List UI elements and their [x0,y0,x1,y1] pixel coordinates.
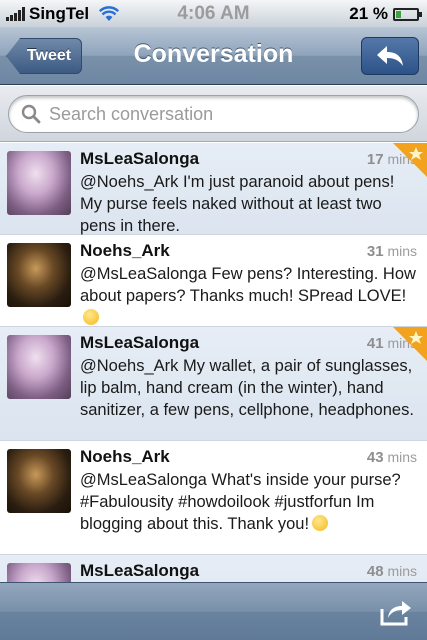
tweet-row[interactable]: MsLeaSalonga 17 mins @Noehs_Ark I'm just… [0,143,427,235]
tweet-username[interactable]: MsLeaSalonga [80,561,199,581]
tweet-text: @MsLeaSalonga What's inside your purse? … [80,471,401,533]
search-field[interactable] [8,95,419,133]
tweet-username[interactable]: Noehs_Ark [80,447,170,467]
avatar[interactable] [7,335,71,399]
tweet-text: @Noehs_Ark My wallet, a pair of sunglass… [80,357,414,419]
tweet-row[interactable]: MsLeaSalonga 41 mins @Noehs_Ark My walle… [0,327,427,441]
tweet-row[interactable]: Noehs_Ark 31 mins @MsLeaSalonga Few pens… [0,235,427,327]
tweet-text: @Noehs_Ark I'm just paranoid about pens!… [80,173,395,235]
avatar[interactable] [7,243,71,307]
share-icon [380,601,411,626]
smiley-emoji-icon [312,515,329,531]
bottom-toolbar [0,582,427,640]
reply-button[interactable] [361,37,419,75]
smiley-emoji-icon [83,309,99,325]
avatar[interactable] [7,563,71,582]
navigation-bar: Tweet Conversation [0,27,427,85]
favorite-star-icon [393,143,427,177]
search-bar [0,86,427,142]
tweet-time: 31 mins [366,243,417,260]
tweet-row[interactable]: Noehs_Ark 43 mins @MsLeaSalonga What's i… [0,441,427,555]
avatar[interactable] [7,151,71,215]
tweet-text: @MsLeaSalonga Few pens? Interesting. How… [80,263,417,329]
search-input[interactable] [49,103,389,125]
tweet-username[interactable]: Noehs_Ark [80,241,170,261]
search-icon [21,104,41,124]
favorite-star-icon [393,327,427,361]
reply-arrow-icon [377,46,403,66]
battery-indicator: 21 % [349,4,422,24]
battery-icon [393,7,422,21]
battery-percent: 21 % [349,4,388,23]
tweet-row[interactable]: MsLeaSalonga 48 mins [0,555,427,582]
tweet-time: 48 mins [366,563,417,580]
tweet-time: 43 mins [366,449,417,466]
tweet-username[interactable]: MsLeaSalonga [80,149,199,169]
tweet-username[interactable]: MsLeaSalonga [80,333,199,353]
avatar[interactable] [7,449,71,513]
share-button[interactable] [379,597,413,627]
status-bar: SingTel 4:06 AM 21 % [0,0,427,27]
conversation-list: MsLeaSalonga 17 mins @Noehs_Ark I'm just… [0,143,427,582]
